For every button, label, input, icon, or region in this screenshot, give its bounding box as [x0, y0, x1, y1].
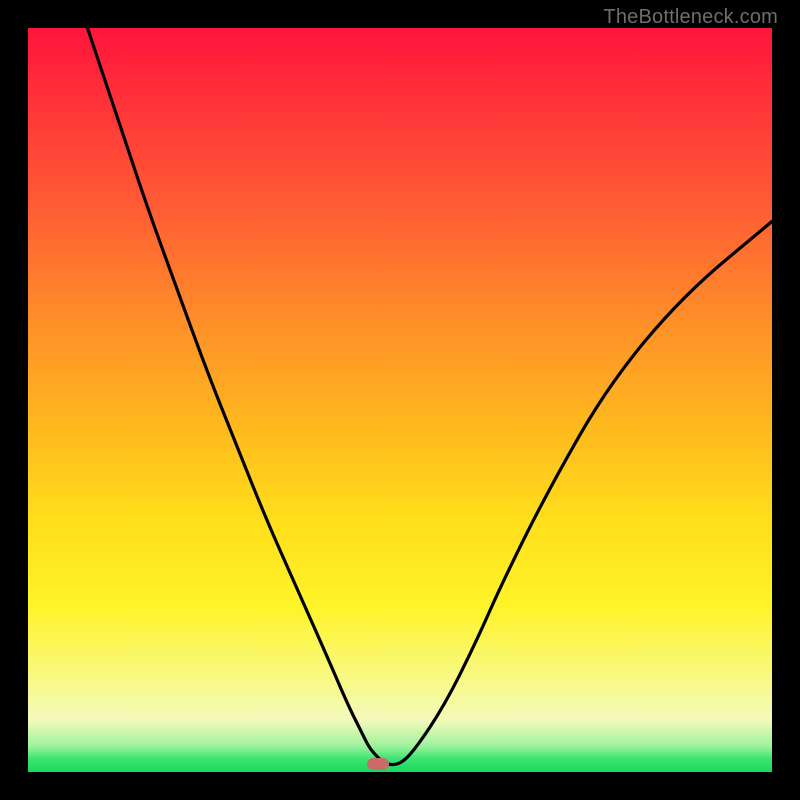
valley-marker	[367, 758, 389, 770]
plot-background-gradient	[28, 28, 772, 772]
watermark-text: TheBottleneck.com	[603, 6, 778, 29]
chart-frame: TheBottleneck.com	[0, 0, 800, 800]
